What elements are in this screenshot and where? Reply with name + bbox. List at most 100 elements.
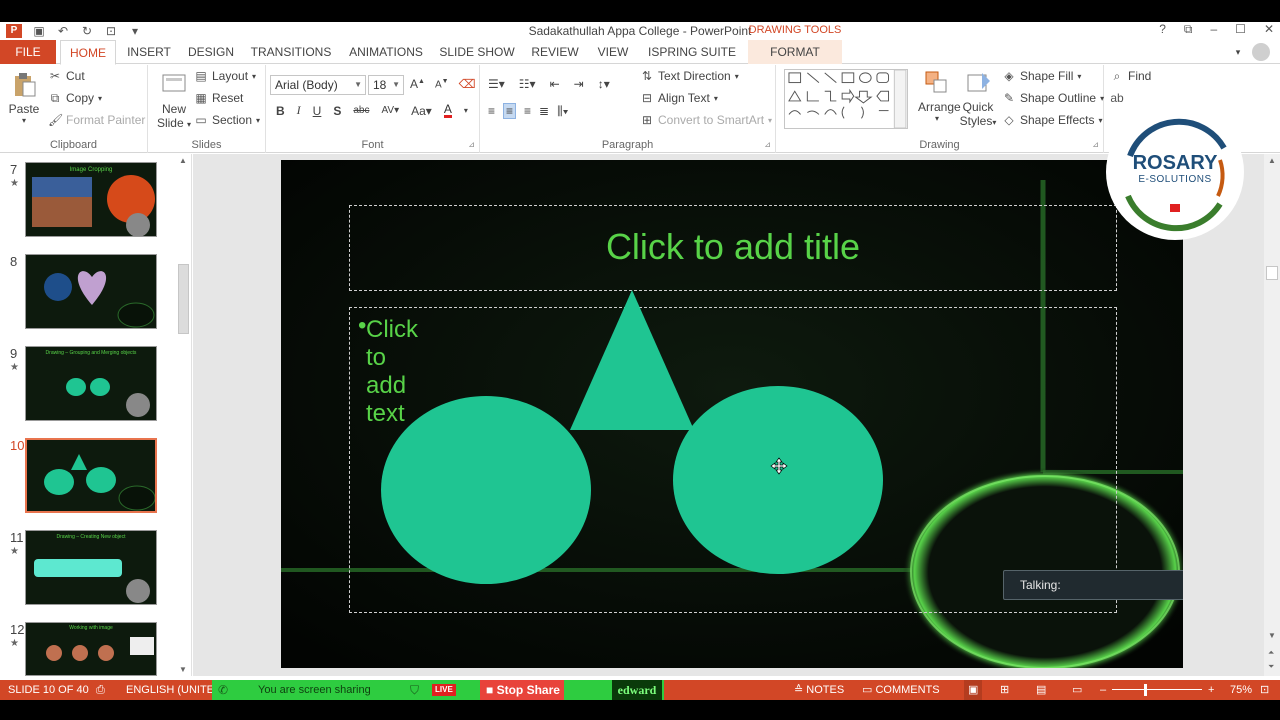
notes-button[interactable]: ≙ NOTES bbox=[794, 680, 844, 700]
tab-view[interactable]: VIEW bbox=[592, 40, 634, 64]
previous-slide-icon[interactable]: ⏶ bbox=[1268, 648, 1274, 658]
paragraph-dialog-launcher-icon[interactable]: ⊿ bbox=[764, 140, 771, 149]
tab-home[interactable]: HOME bbox=[60, 40, 116, 65]
redo-icon[interactable]: ↻ bbox=[80, 24, 94, 38]
tab-transitions[interactable]: TRANSITIONS bbox=[248, 40, 334, 64]
increase-indent-icon[interactable]: ⇥ bbox=[574, 77, 584, 91]
reading-view-icon[interactable]: ▤ bbox=[1036, 680, 1046, 700]
tab-slide-show[interactable]: SLIDE SHOW bbox=[438, 40, 516, 64]
shapes-gallery[interactable] bbox=[784, 69, 908, 129]
numbering-icon[interactable]: ☷▾ bbox=[519, 77, 536, 91]
tab-review[interactable]: REVIEW bbox=[528, 40, 582, 64]
start-from-beginning-icon[interactable]: ⊡ bbox=[104, 24, 118, 38]
right-circle-shape[interactable] bbox=[673, 386, 883, 574]
bullets-icon[interactable]: ☰▾ bbox=[488, 77, 505, 91]
comments-button[interactable]: ▭ COMMENTS bbox=[862, 680, 940, 700]
tab-ispring-suite[interactable]: ISPRING SUITE 9 bbox=[644, 40, 740, 83]
fit-to-window-icon[interactable]: ⊡ bbox=[1260, 680, 1269, 700]
editor-scroll-down-icon[interactable]: ▼ bbox=[1268, 631, 1276, 640]
scroll-down-icon[interactable]: ▼ bbox=[179, 665, 187, 674]
tab-insert[interactable]: INSERT bbox=[122, 40, 176, 64]
maximize-icon[interactable]: ☐ bbox=[1235, 22, 1246, 37]
slide-thumbnail-8[interactable] bbox=[25, 254, 157, 329]
clear-formatting-icon[interactable]: ⌫ bbox=[459, 77, 476, 91]
replace-button[interactable]: ab bbox=[1110, 91, 1124, 105]
font-color-dropdown-icon[interactable]: ▾ bbox=[464, 106, 468, 115]
zoom-slider-thumb[interactable] bbox=[1144, 684, 1147, 696]
layout-button[interactable]: ▤ Layout ▾ bbox=[194, 69, 256, 83]
align-text-button[interactable]: ⊟ Align Text ▾ bbox=[640, 91, 718, 105]
shape-outline-button[interactable]: ✎ Shape Outline ▾ bbox=[1002, 91, 1104, 105]
strikethrough-icon[interactable]: abc bbox=[353, 105, 369, 116]
font-family-dropdown[interactable]: Arial (Body) ▼ bbox=[270, 75, 366, 95]
tab-animations[interactable]: ANIMATIONS bbox=[344, 40, 428, 64]
next-slide-icon[interactable]: ⏷ bbox=[1268, 662, 1274, 672]
ribbon-display-options-icon[interactable]: ⧉ bbox=[1184, 22, 1193, 37]
close-icon[interactable]: ✕ bbox=[1264, 22, 1274, 37]
copy-dropdown-icon[interactable]: ▾ bbox=[98, 94, 102, 103]
triangle-shape[interactable] bbox=[570, 290, 694, 430]
section-button[interactable]: ▭ Section ▾ bbox=[194, 113, 260, 127]
reset-button[interactable]: ▦ Reset bbox=[194, 91, 243, 105]
text-shadow-icon[interactable]: S bbox=[333, 104, 341, 118]
tab-design[interactable]: DESIGN bbox=[182, 40, 240, 64]
left-circle-shape[interactable] bbox=[381, 396, 591, 584]
customize-qat-icon[interactable]: ▾ bbox=[128, 24, 142, 38]
slide-thumbnail-10[interactable] bbox=[25, 438, 157, 513]
bold-icon[interactable]: B bbox=[276, 104, 285, 118]
help-icon[interactable]: ? bbox=[1159, 22, 1166, 37]
shape-effects-button[interactable]: ◇ Shape Effects ▾ bbox=[1002, 113, 1102, 127]
line-spacing-icon[interactable]: ↕▾ bbox=[598, 77, 610, 91]
zoom-out-icon[interactable]: – bbox=[1100, 680, 1106, 700]
zoom-in-icon[interactable]: + bbox=[1208, 680, 1214, 700]
convert-smartart-button[interactable]: ⊞ Convert to SmartArt ▾ bbox=[640, 113, 772, 127]
editor-scroll-up-icon[interactable]: ▲ bbox=[1268, 156, 1276, 165]
paste-dropdown-icon[interactable]: ▾ bbox=[6, 116, 42, 125]
zoom-level[interactable]: 75% bbox=[1230, 680, 1252, 700]
undo-icon[interactable]: ↶ bbox=[56, 24, 70, 38]
editor-scrollbar[interactable]: ▲ ▼ ⏶ ⏷ bbox=[1264, 154, 1280, 676]
decrease-indent-icon[interactable]: ⇤ bbox=[550, 77, 560, 91]
editor-scroll-thumb[interactable] bbox=[1266, 266, 1278, 280]
justify-icon[interactable]: ≣ bbox=[539, 104, 549, 118]
tab-file[interactable]: FILE bbox=[0, 40, 56, 64]
columns-icon[interactable]: ⫼▾ bbox=[557, 104, 568, 119]
new-slide-button[interactable]: New Slide ▾ bbox=[154, 71, 194, 130]
slide-thumbnail-11[interactable]: Drawing – Creating New object bbox=[25, 530, 157, 605]
font-color-icon[interactable]: A bbox=[443, 103, 452, 118]
slide-show-icon[interactable]: ▭ bbox=[1072, 680, 1082, 700]
underline-icon[interactable]: U bbox=[313, 104, 322, 118]
copy-button[interactable]: ⧉ Copy ▾ bbox=[48, 91, 102, 105]
minimize-icon[interactable]: – bbox=[1210, 22, 1217, 37]
character-spacing-icon[interactable]: AV▾ bbox=[381, 105, 399, 116]
font-dialog-launcher-icon[interactable]: ⊿ bbox=[468, 140, 475, 149]
slide-thumbnail-9[interactable]: Drawing – Grouping and Merging objects bbox=[25, 346, 157, 421]
collapse-ribbon-icon[interactable]: ▾ bbox=[1228, 40, 1248, 64]
shape-fill-button[interactable]: ◈ Shape Fill ▾ bbox=[1002, 69, 1081, 83]
align-right-icon[interactable]: ≡ bbox=[524, 104, 531, 118]
format-painter-button[interactable]: 🖌 Format Painter bbox=[48, 113, 145, 127]
spell-check-icon[interactable]: ⎙ bbox=[96, 680, 105, 700]
tab-format[interactable]: FORMAT bbox=[748, 40, 842, 64]
slide-sorter-icon[interactable]: ⊞ bbox=[1000, 680, 1009, 700]
drawing-dialog-launcher-icon[interactable]: ⊿ bbox=[1092, 140, 1099, 149]
text-direction-button[interactable]: ⇅ Text Direction ▾ bbox=[640, 69, 739, 83]
arrange-button[interactable]: Arrange ▾ bbox=[918, 69, 961, 123]
normal-view-icon[interactable]: ▣ bbox=[964, 680, 983, 700]
align-left-icon[interactable]: ≡ bbox=[488, 104, 495, 118]
powerpoint-logo-icon[interactable]: P bbox=[6, 24, 22, 38]
paste-button[interactable]: Paste ▾ bbox=[6, 71, 42, 133]
align-center-icon[interactable]: ≡ bbox=[503, 103, 517, 119]
quick-styles-button[interactable]: Quick Styles▾ bbox=[958, 69, 998, 128]
stop-share-button[interactable]: ■ Stop Share bbox=[480, 680, 564, 700]
save-icon[interactable]: ▣ bbox=[32, 24, 46, 38]
zoom-slider[interactable] bbox=[1112, 689, 1202, 690]
italic-icon[interactable]: I bbox=[297, 103, 301, 118]
change-case-icon[interactable]: Aa▾ bbox=[411, 104, 432, 118]
increase-font-size-icon[interactable]: A▲ bbox=[410, 77, 425, 91]
font-size-dropdown[interactable]: 18 ▼ bbox=[368, 75, 404, 95]
decrease-font-size-icon[interactable]: A▼ bbox=[435, 78, 449, 90]
slide-thumbnail-12[interactable]: Working with image bbox=[25, 622, 157, 676]
cut-button[interactable]: ✂ Cut bbox=[48, 69, 85, 83]
account-avatar[interactable] bbox=[1252, 43, 1270, 61]
